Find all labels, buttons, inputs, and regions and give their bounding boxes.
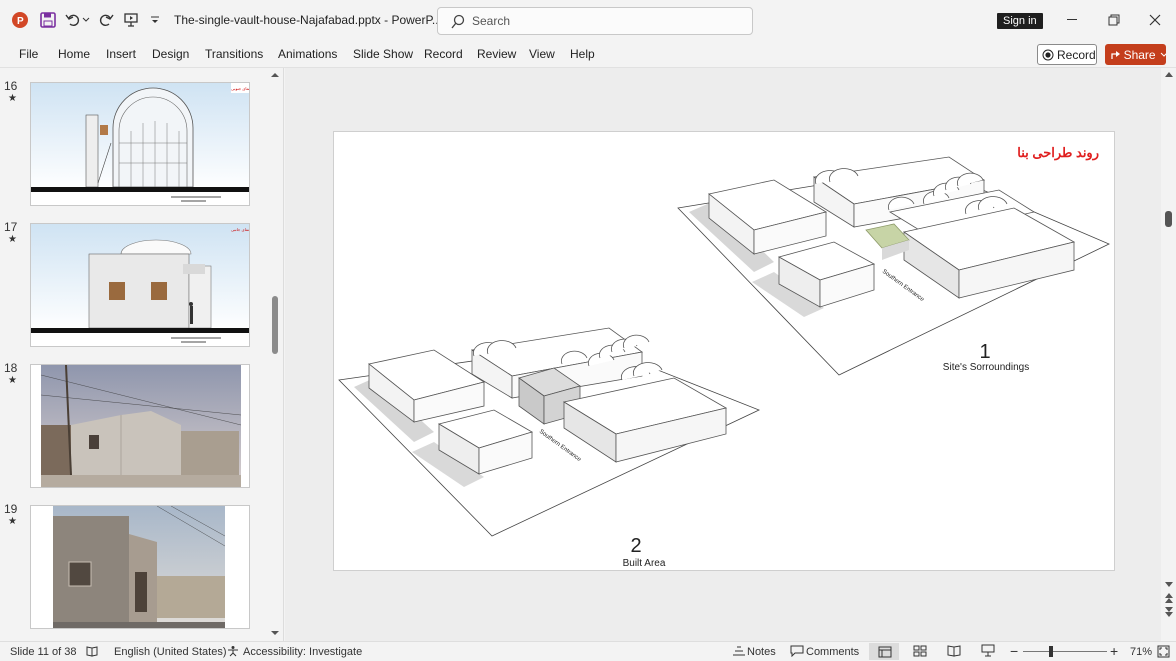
tab-insert[interactable]: Insert	[106, 47, 136, 61]
slide-number: 17	[4, 220, 18, 234]
redo-icon[interactable]	[97, 11, 115, 29]
share-label: Share	[1123, 47, 1156, 62]
figure-2-caption: Built Area	[623, 558, 666, 569]
sign-in-button[interactable]: Sign in	[997, 13, 1043, 29]
search-icon	[451, 14, 465, 29]
restore-icon[interactable]	[1104, 11, 1124, 29]
tab-record[interactable]: Record	[424, 47, 463, 61]
slide-thumbnail-18[interactable]	[30, 364, 250, 488]
tab-home[interactable]: Home	[58, 47, 90, 61]
svg-text:P: P	[17, 16, 24, 27]
normal-view-icon	[878, 646, 892, 658]
slide-thumbnail-16[interactable]: نمای جنوبی	[30, 82, 250, 206]
document-title: The-single-vault-house-Najafabad.pptx - …	[174, 13, 442, 27]
animation-star-icon: ★	[8, 234, 17, 245]
slide-title: روند طراحی بنا	[1017, 145, 1099, 161]
figure-1-caption: Site's Sorroundings	[943, 362, 1029, 373]
scroll-down-icon[interactable]	[1164, 580, 1174, 588]
scroll-up-icon[interactable]	[1164, 70, 1174, 78]
slide-counter: Slide 11 of 38	[10, 646, 77, 658]
slide-thumbnail-19[interactable]	[30, 505, 250, 629]
save-icon[interactable]	[39, 11, 57, 29]
customize-toolbar-icon[interactable]	[148, 11, 162, 29]
scroll-up-icon[interactable]	[270, 70, 280, 80]
slide-editor: روند طراحی بنا Southern Entrance 1 Site'…	[285, 68, 1161, 641]
share-button[interactable]: Share	[1105, 44, 1166, 65]
svg-text:نمای جنوبی: نمای جنوبی	[231, 86, 250, 91]
status-bar: Slide 11 of 38 English (United States) A…	[0, 641, 1176, 661]
tab-slide-show[interactable]: Slide Show	[353, 47, 413, 61]
figure-1-number: 1	[979, 341, 990, 363]
ribbon-tabs: File Home Insert Design Transitions Anim…	[0, 40, 1176, 68]
slide-thumbnail-17[interactable]: نمای جانبی	[30, 223, 250, 347]
tab-transitions[interactable]: Transitions	[205, 47, 263, 61]
figure-2-number: 2	[630, 535, 641, 557]
isometric-design-diagram: روند طراحی بنا Southern Entrance 1 Site'…	[338, 145, 1110, 569]
animation-star-icon: ★	[8, 516, 17, 527]
current-slide[interactable]: روند طراحی بنا Southern Entrance 1 Site'…	[333, 131, 1115, 571]
tab-design[interactable]: Design	[152, 47, 189, 61]
zoom-level[interactable]: 71%	[1130, 646, 1152, 658]
share-icon	[1111, 50, 1120, 59]
fit-to-window-icon[interactable]	[1157, 645, 1170, 658]
next-slide-icon[interactable]	[1164, 606, 1174, 618]
minimize-icon[interactable]	[1063, 11, 1083, 29]
animation-star-icon: ★	[8, 93, 17, 104]
slide-show-icon[interactable]	[981, 644, 995, 657]
undo-dropdown-icon[interactable]	[81, 11, 91, 29]
close-icon[interactable]	[1145, 11, 1165, 29]
zoom-slider[interactable]	[1023, 651, 1107, 652]
slide-number: 18	[4, 361, 18, 375]
previous-slide-icon[interactable]	[1164, 592, 1174, 604]
scrollbar-thumb[interactable]	[272, 296, 278, 354]
record-icon	[1042, 49, 1054, 60]
slide-thumbnail-panel: 16 ★ نمای جنوبی 17 ★ نمای جانبی 18 ★ 19 …	[0, 68, 284, 641]
svg-text:نمای جانبی: نمای جانبی	[231, 227, 249, 232]
thumbnail-scrollbar[interactable]	[270, 68, 280, 641]
tab-view[interactable]: View	[529, 47, 555, 61]
normal-view-button[interactable]	[869, 643, 899, 660]
accessibility-icon[interactable]	[227, 645, 239, 657]
chevron-down-icon	[1160, 52, 1166, 57]
spelling-check-icon[interactable]	[86, 646, 98, 657]
notes-icon[interactable]	[732, 645, 746, 657]
slide-number: 16	[4, 79, 18, 93]
scroll-down-icon[interactable]	[270, 628, 280, 638]
accessibility-status[interactable]: Accessibility: Investigate	[243, 646, 362, 658]
slide-number: 19	[4, 502, 18, 516]
search-box[interactable]: Search	[437, 7, 753, 35]
undo-icon[interactable]	[64, 11, 82, 29]
zoom-slider-thumb[interactable]	[1049, 646, 1053, 657]
tab-file[interactable]: File	[19, 47, 38, 61]
search-placeholder: Search	[472, 14, 511, 28]
language-indicator[interactable]: English (United States)	[114, 646, 227, 658]
reading-view-icon[interactable]	[947, 645, 961, 657]
notes-button[interactable]: Notes	[747, 646, 776, 658]
comments-button[interactable]: Comments	[806, 646, 859, 658]
tab-animations[interactable]: Animations	[278, 47, 337, 61]
street-photo-image	[31, 365, 249, 487]
animation-star-icon: ★	[8, 375, 17, 386]
zoom-out-icon[interactable]: −	[1010, 643, 1018, 659]
elevation-drawing-image: نمای جنوبی	[31, 83, 250, 202]
side-elevation-image: نمای جانبی	[31, 224, 249, 343]
facade-photo-image	[31, 506, 249, 628]
scrollbar-thumb[interactable]	[1165, 211, 1172, 227]
slide-sorter-icon[interactable]	[913, 645, 927, 657]
slide-scrollbar[interactable]	[1161, 68, 1176, 641]
record-label: Record	[1057, 47, 1096, 62]
record-button[interactable]: Record	[1037, 44, 1097, 65]
tab-help[interactable]: Help	[570, 47, 595, 61]
present-from-start-icon[interactable]	[122, 11, 140, 29]
powerpoint-logo-icon: P	[11, 11, 29, 29]
comments-icon[interactable]	[790, 645, 804, 657]
tab-review[interactable]: Review	[477, 47, 516, 61]
zoom-in-icon[interactable]: +	[1110, 643, 1118, 659]
title-bar: P The-single-vault-house-Najafabad.pptx …	[0, 0, 1176, 40]
